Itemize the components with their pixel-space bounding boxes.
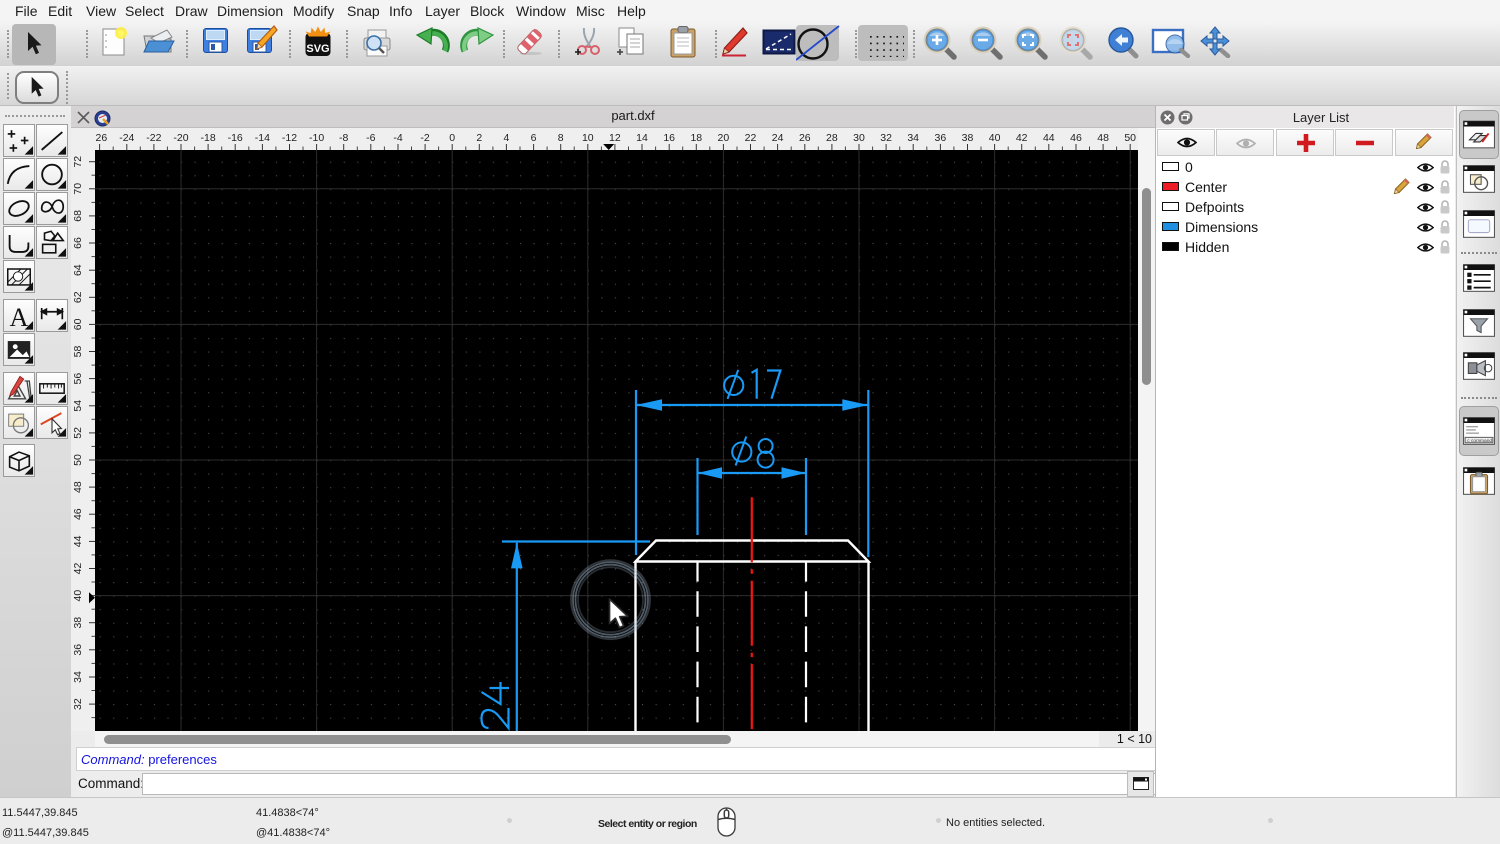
svg-text:72: 72 [72,156,84,168]
svg-text:10: 10 [582,132,594,144]
svg-text:36: 36 [935,132,947,144]
svg-text:-2: -2 [420,132,429,144]
svg-text:-16: -16 [228,132,243,144]
svg-text:30: 30 [853,132,865,144]
svg-text:38: 38 [962,132,974,144]
svg-text:A: A [10,303,29,331]
svg-text:-22: -22 [146,132,161,144]
svg-text:-14: -14 [255,132,270,144]
svg-text:4: 4 [503,132,509,144]
svg-text:42: 42 [72,563,84,575]
svg-text:2: 2 [476,132,482,144]
svg-text:12: 12 [609,132,621,144]
svg-text:18: 18 [690,132,702,144]
svg-text:-6: -6 [366,132,375,144]
svg-text:42: 42 [1016,132,1028,144]
svg-text:56: 56 [72,373,84,385]
svg-text:48: 48 [72,481,84,493]
svg-text:22: 22 [745,132,757,144]
svg-text:66: 66 [72,237,84,249]
svg-text:24: 24 [772,132,784,144]
svg-text:26: 26 [799,132,811,144]
svg-text:34: 34 [72,671,84,683]
svg-text:14: 14 [636,132,648,144]
svg-text:0: 0 [449,132,455,144]
svg-text:40: 40 [72,590,84,602]
svg-text:52: 52 [72,427,84,439]
svg-text:32: 32 [72,698,84,710]
svg-text:48: 48 [1097,132,1109,144]
svg-text:28: 28 [826,132,838,144]
svg-text:-24: -24 [119,132,134,144]
svg-text:44: 44 [72,535,84,547]
svg-text:8: 8 [558,132,564,144]
svg-text:46: 46 [72,508,84,520]
svg-text:50: 50 [1124,132,1136,144]
svg-text:c command: c command [1467,438,1492,444]
svg-text:36: 36 [72,644,84,656]
svg-text:40: 40 [989,132,1001,144]
svg-text:-8: -8 [339,132,348,144]
svg-text:54: 54 [72,400,84,412]
svg-text:38: 38 [72,617,84,629]
svg-text:6: 6 [531,132,537,144]
svg-text:-10: -10 [309,132,324,144]
svg-text:50: 50 [72,454,84,466]
svg-text:68: 68 [72,210,84,222]
svg-text:64: 64 [72,264,84,276]
svg-text:-26: -26 [95,132,107,144]
svg-text:58: 58 [72,346,84,358]
svg-text:44: 44 [1043,132,1055,144]
svg-text:-4: -4 [393,132,402,144]
svg-text:16: 16 [663,132,675,144]
svg-text:60: 60 [72,318,84,330]
svg-text:SVG: SVG [306,43,329,55]
svg-text:46: 46 [1070,132,1082,144]
svg-text:34: 34 [907,132,919,144]
svg-text:-20: -20 [173,132,188,144]
svg-text:62: 62 [72,291,84,303]
svg-text:-18: -18 [201,132,216,144]
svg-text:70: 70 [72,183,84,195]
svg-text:20: 20 [718,132,730,144]
svg-text:32: 32 [880,132,892,144]
svg-text:-12: -12 [282,132,297,144]
